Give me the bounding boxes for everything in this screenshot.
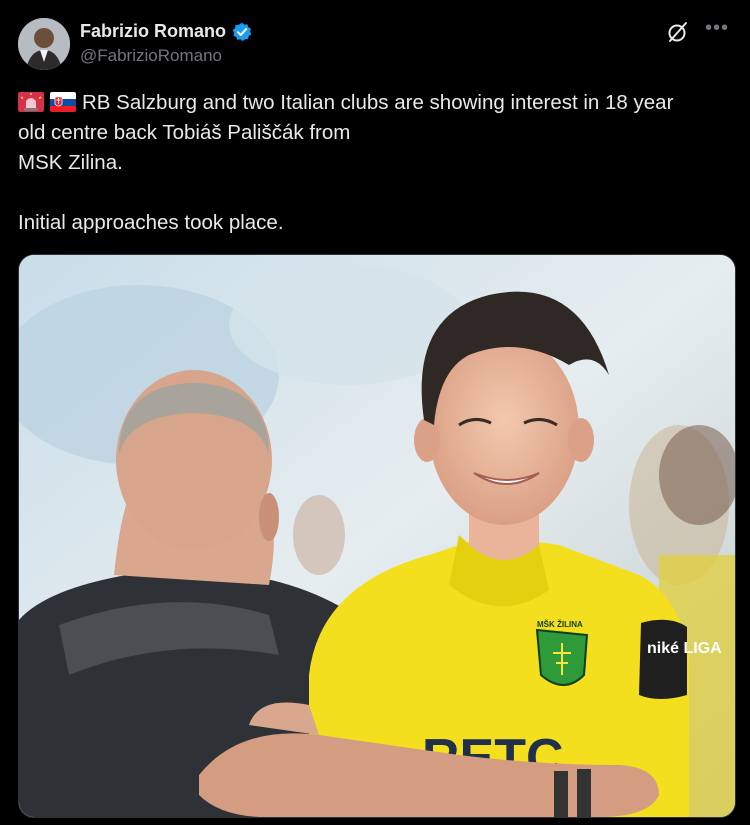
tweet-photo[interactable]: MŠK ŽILINA RETC niké LIGA xyxy=(18,254,736,818)
tweet-line-4: Initial approaches took place. xyxy=(18,211,284,234)
more-options-icon[interactable]: ••• xyxy=(702,18,732,46)
tweet-line-2: old centre back Tobiáš Pališčák from xyxy=(18,121,351,144)
tweet-text: RB Salzburg and two Italian clubs are sh… xyxy=(18,88,730,238)
grok-icon[interactable] xyxy=(666,20,690,44)
badge-text: MŠK ŽILINA xyxy=(537,620,583,629)
author-handle[interactable]: @FabrizioRomano xyxy=(80,46,252,66)
tweet-line-1-text: RB Salzburg and two Italian clubs are sh… xyxy=(82,91,674,114)
rotating-light-emoji-icon xyxy=(18,92,44,112)
tweet-line-1: RB Salzburg and two Italian clubs are sh… xyxy=(18,88,730,118)
photo-illustration: MŠK ŽILINA RETC niké LIGA xyxy=(19,255,735,817)
avatar[interactable] xyxy=(18,18,70,70)
verified-badge-icon xyxy=(232,22,252,41)
author-display-name[interactable]: Fabrizio Romano xyxy=(80,21,226,42)
tweet-header: Fabrizio Romano @FabrizioRomano ••• xyxy=(18,18,732,72)
sleeve-text: niké LIGA xyxy=(647,640,722,657)
tweet-line-3: MSK Zilina. xyxy=(18,151,123,174)
slovakia-flag-icon xyxy=(50,92,76,112)
author-display-name-row[interactable]: Fabrizio Romano xyxy=(80,21,252,42)
author-names: Fabrizio Romano @FabrizioRomano xyxy=(80,21,252,66)
